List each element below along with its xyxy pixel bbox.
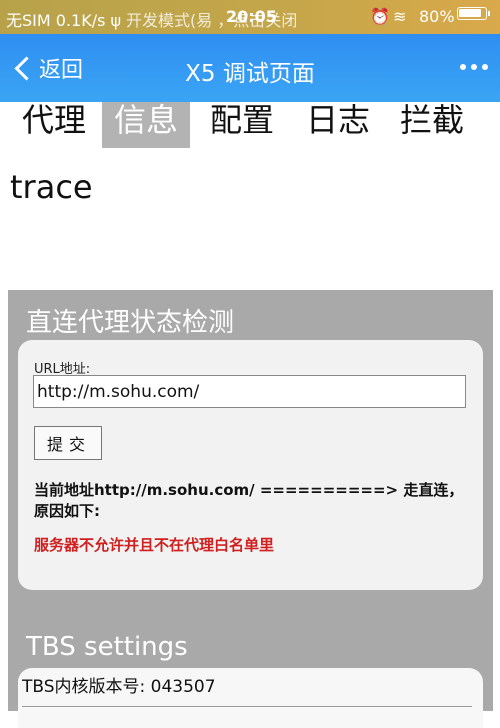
battery-percent: 80% [419,7,455,26]
tab-log[interactable]: 日志 [294,102,382,148]
battery-icon [457,7,490,20]
status-bar: 无SIM 0.1K/s ψ 开发模式(易 ，点击关闭 20:05 ⏰ ≋ 80% [0,0,500,34]
tbs-kernel-version: TBS内核版本号: 043507 [22,677,216,697]
wifi-icon: ≋ [393,7,407,26]
clock: 20:05 [226,7,277,26]
tab-config[interactable]: 配置 [198,102,286,148]
tab-trace[interactable]: trace [10,168,93,206]
tbs-settings-card: TBS内核版本号: 043507 [18,668,483,728]
info-panel: 直连代理状态检测 URL地址: 提交 当前地址http://m.sohu.com… [8,290,493,728]
more-options-icon[interactable] [460,64,488,70]
tab-proxy[interactable]: 代理 [10,102,98,148]
check-error-text: 服务器不允许并且不在代理白名单里 [34,536,275,554]
tab-intercept[interactable]: 拦截 [388,102,476,148]
page-title: X5 调试页面 [185,61,315,87]
navigation-bar: 返回 X5 调试页面 [0,34,500,102]
proxy-check-title: 直连代理状态检测 [26,308,235,338]
proxy-check-card: URL地址: 提交 当前地址http://m.sohu.com/ =======… [18,340,483,590]
carrier-network-speed: 无SIM 0.1K/s ψ [6,11,122,30]
check-result-text: 当前地址http://m.sohu.com/ ==========> 走直连，原… [34,481,464,520]
tab-info[interactable]: 信息 [102,102,191,148]
url-input[interactable] [33,375,466,408]
submit-button[interactable]: 提交 [34,426,102,460]
tbs-settings-title: TBS settings [26,632,188,662]
divider [22,706,472,707]
alarm-icon: ⏰ [370,7,390,26]
